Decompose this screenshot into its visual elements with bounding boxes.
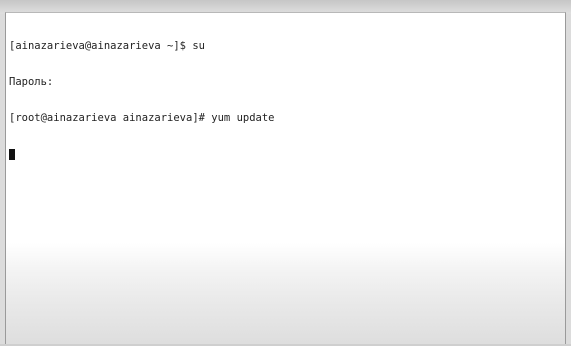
terminal-line-password-prompt: Пароль:: [9, 76, 54, 88]
terminal-output[interactable]: [ainazarieva@ainazarieva ~]$ su Пароль: …: [9, 16, 275, 184]
screen: [ainazarieva@ainazarieva ~]$ su Пароль: …: [0, 0, 571, 346]
terminal-line-yum-update-command: [root@ainazarieva ainazarieva]# yum upda…: [9, 112, 275, 124]
terminal-line-current-input[interactable]: [9, 148, 275, 160]
terminal-window[interactable]: [ainazarieva@ainazarieva ~]$ su Пароль: …: [5, 12, 566, 346]
terminal-line-su-command: [ainazarieva@ainazarieva ~]$ su: [9, 40, 205, 52]
terminal-cursor-icon: [9, 149, 15, 160]
